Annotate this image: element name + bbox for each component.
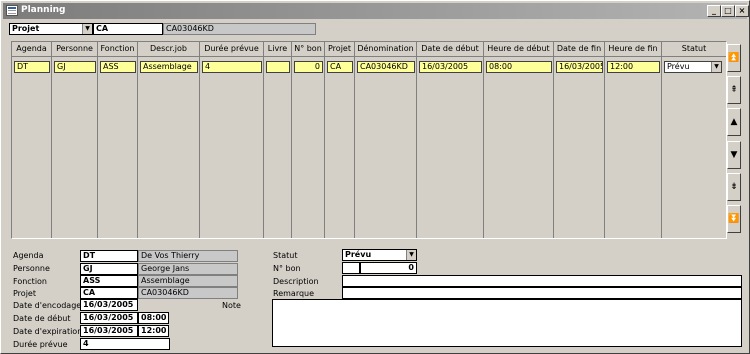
cell-n-bon[interactable]: 0 — [294, 61, 323, 73]
cell-heure-debut[interactable]: 08:00 — [486, 61, 552, 73]
column-header-duree-prevue[interactable]: Durée prévue — [200, 42, 264, 57]
cell-fonction[interactable]: ASS — [100, 61, 136, 73]
fonction-name-field: Assemblage — [138, 275, 238, 287]
projet-code-input[interactable]: CA — [80, 287, 138, 299]
grid-column — [484, 57, 554, 238]
cell-projet[interactable]: CA — [327, 61, 353, 73]
last-record-button[interactable]: ⏬ — [727, 205, 741, 233]
column-header-fonction[interactable]: Fonction — [98, 42, 138, 57]
previous-record-button[interactable]: ▲ — [727, 108, 741, 136]
description-input[interactable] — [342, 275, 742, 287]
cell-duree-prevue[interactable]: 4 — [202, 61, 262, 73]
column-header-date-fin[interactable]: Date de fin — [554, 42, 605, 57]
close-button[interactable]: × — [735, 5, 749, 17]
agenda-code-input[interactable]: DT — [80, 250, 138, 262]
label-description: Description — [273, 277, 319, 286]
date-expiration-input[interactable]: 16/03/2005 — [80, 325, 138, 337]
label-note: Note — [222, 301, 241, 310]
cell-denomination[interactable]: CA03046KD — [357, 61, 415, 73]
grid-column — [417, 57, 484, 238]
cell-livre[interactable] — [266, 61, 290, 73]
filter-code-input[interactable]: CA — [93, 23, 163, 35]
planning-grid: Agenda Personne Fonction Descr.job Durée… — [11, 41, 727, 239]
date-debut-input[interactable]: 16/03/2005 — [80, 312, 138, 324]
first-record-button[interactable]: ⏫ — [727, 44, 741, 72]
note-textarea[interactable] — [272, 299, 742, 347]
record-navigation: ⏫ ⇞ ▲ ▼ ⇟ ⏬ — [727, 41, 741, 239]
app-icon — [6, 5, 18, 16]
cell-descr-job[interactable]: Assemblage — [140, 61, 198, 73]
personne-code-input[interactable]: GJ — [80, 263, 138, 275]
minimize-button[interactable]: _ — [707, 5, 721, 17]
chevron-down-icon: ▼ — [711, 62, 721, 72]
heure-debut-input[interactable]: 08:00 — [138, 312, 169, 324]
label-n-bon: N° bon — [273, 264, 301, 273]
grid-column — [264, 57, 292, 238]
cell-statut-select[interactable]: Prévu ▼ — [664, 61, 722, 73]
window-title: Planning — [21, 5, 66, 15]
cell-agenda[interactable]: DT — [14, 61, 50, 73]
title-bar[interactable]: Planning _ □ × — [3, 3, 749, 19]
date-encodage-field[interactable]: 16/03/2005 — [80, 299, 138, 311]
chevron-down-icon: ▼ — [82, 24, 92, 34]
label-statut: Statut — [273, 251, 298, 260]
cell-statut-value: Prévu — [667, 62, 690, 71]
n-bon-prefix-field[interactable] — [342, 262, 360, 274]
column-header-agenda[interactable]: Agenda — [12, 42, 52, 57]
page-down-button[interactable]: ⇟ — [727, 173, 741, 201]
chevron-down-icon: ▼ — [406, 250, 416, 260]
label-remarque: Remarque — [273, 289, 315, 298]
column-header-date-debut[interactable]: Date de début — [417, 42, 484, 57]
planning-window: Planning _ □ × Projet ▼ CA CA03046KD Age… — [0, 0, 750, 354]
grid-column — [98, 57, 138, 238]
grid-column — [554, 57, 605, 238]
label-date-expiration: Date d'expiration — [13, 327, 83, 336]
cell-heure-fin[interactable]: 12:00 — [607, 61, 660, 73]
duree-prevue-input[interactable]: 4 — [80, 338, 170, 350]
statut-select[interactable]: Prévu ▼ — [342, 249, 417, 261]
grid-column — [292, 57, 325, 238]
cell-date-fin[interactable]: 16/03/2005 — [556, 61, 603, 73]
grid-column — [605, 57, 662, 238]
grid-column — [200, 57, 264, 238]
personne-name-field: George Jans — [138, 263, 238, 275]
column-header-denomination[interactable]: Dénomination — [355, 42, 417, 57]
agenda-name-field: De Vos Thierry — [138, 250, 238, 262]
cell-personne[interactable]: GJ — [54, 61, 96, 73]
column-header-projet[interactable]: Projet — [325, 42, 355, 57]
label-date-debut: Date de début — [13, 314, 71, 323]
label-fonction: Fonction — [13, 277, 48, 286]
label-personne: Personne — [13, 264, 50, 273]
heure-expiration-input[interactable]: 12:00 — [138, 325, 169, 337]
column-header-heure-fin[interactable]: Heure de fin — [605, 42, 662, 57]
label-agenda: Agenda — [13, 251, 44, 260]
maximize-button[interactable]: □ — [721, 5, 735, 17]
column-header-personne[interactable]: Personne — [52, 42, 98, 57]
filter-type-select[interactable]: Projet ▼ — [9, 23, 93, 35]
filter-name-field: CA03046KD — [163, 23, 316, 35]
cell-date-debut[interactable]: 16/03/2005 — [419, 61, 482, 73]
column-header-statut[interactable]: Statut — [662, 42, 726, 57]
label-projet: Projet — [13, 289, 36, 298]
label-duree-prevue: Durée prévue — [13, 340, 68, 349]
next-record-button[interactable]: ▼ — [727, 141, 741, 169]
column-header-descr-job[interactable]: Descr.job — [138, 42, 200, 57]
grid-column — [138, 57, 200, 238]
grid-column — [12, 57, 52, 238]
column-header-livre[interactable]: Livre — [264, 42, 292, 57]
grid-column — [325, 57, 355, 238]
statut-value: Prévu — [345, 250, 372, 259]
label-date-encodage: Date d'encodage — [13, 301, 82, 310]
grid-column — [355, 57, 417, 238]
remarque-input[interactable] — [342, 287, 742, 299]
n-bon-input[interactable]: 0 — [360, 262, 417, 274]
filter-type-value: Projet — [12, 24, 40, 33]
fonction-code-input[interactable]: ASS — [80, 275, 138, 287]
page-up-button[interactable]: ⇞ — [727, 76, 741, 104]
column-header-heure-debut[interactable]: Heure de début — [484, 42, 554, 57]
column-header-n-bon[interactable]: N° bon — [292, 42, 325, 57]
grid-column — [52, 57, 98, 238]
projet-name-field: CA03046KD — [138, 287, 238, 299]
